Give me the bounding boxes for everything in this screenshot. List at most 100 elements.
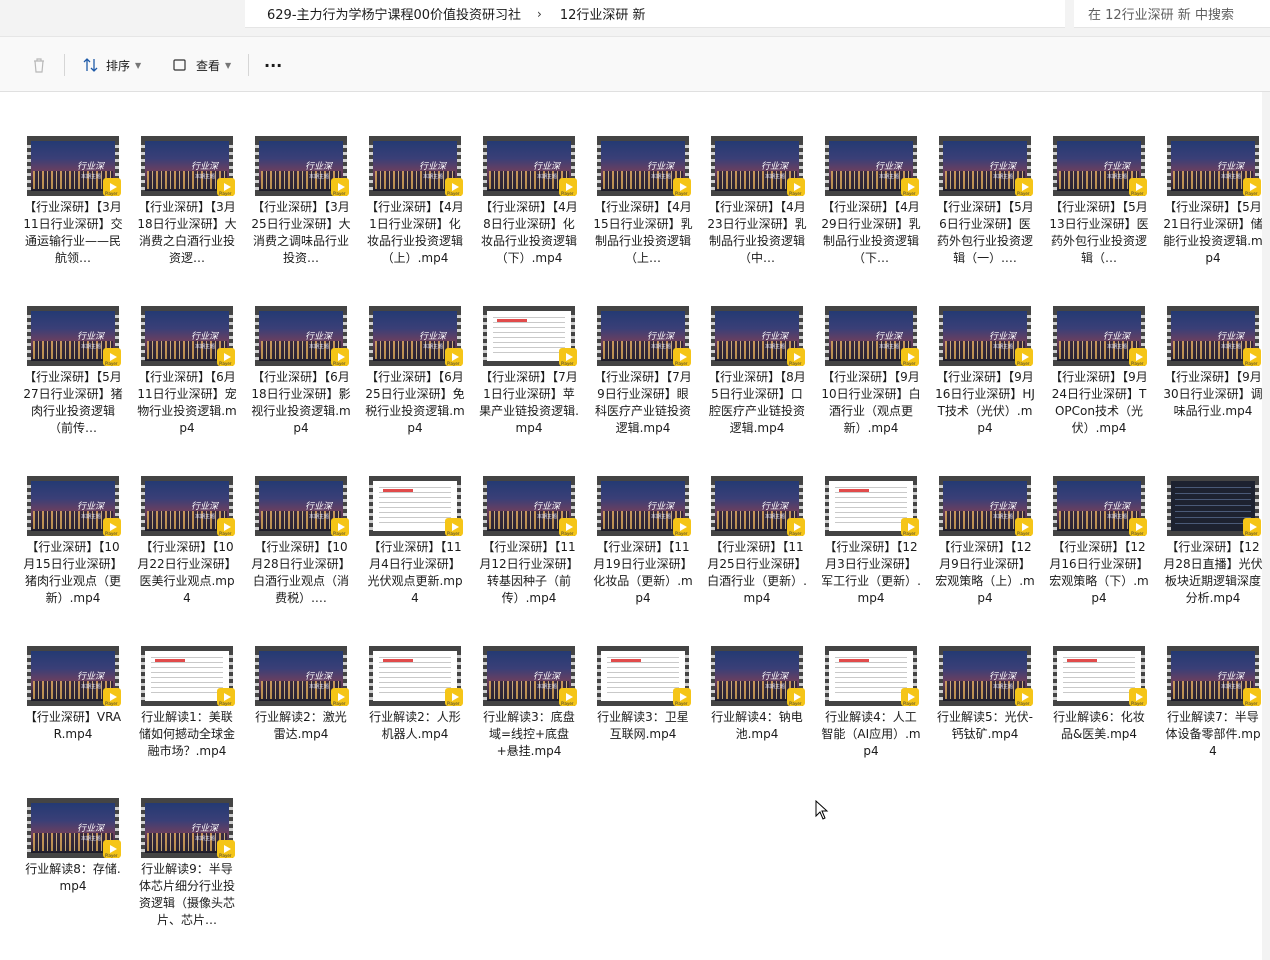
breadcrumb-folder[interactable]: 629-主力行为学杨宁课程00价值投资研习社 [267,4,521,23]
file-name: 【行业深研】【3月11日行业深研】交通运输行业——民航领… [23,200,123,265]
file-item[interactable]: 行业深 本期主题 Player 【行业深研】【5月27日行业深研】猪肉行业投资逻辑（前… [23,306,123,466]
file-item[interactable]: Player 行业解读4：人工智能（AI应用）.mp4 [821,646,921,806]
player-badge-label: Player [219,361,232,366]
file-name: 【行业深研】【12月28日直播】光伏板块近期逻辑深度分析.mp4 [1163,540,1263,605]
player-badge-label: Player [1245,361,1258,366]
file-item[interactable]: 行业深 本期主题 Player 【行业深研】【11月19日行业深研】化妆品（更新）.m… [593,476,693,636]
file-item[interactable]: Player 行业解读2：人形机器人.mp4 [365,646,465,806]
file-name: 【行业深研】【11月4日行业深研】光伏观点更新.mp4 [367,540,463,605]
player-badge-label: Player [561,701,574,706]
file-item[interactable]: Player 行业解读6：化妆品&医美.mp4 [1049,646,1149,806]
file-name: 行业解读3：卫星互联网.mp4 [597,710,689,741]
more-options-button[interactable]: ··· [264,37,282,93]
file-item[interactable]: 行业深 本期主题 Player 【行业深研】【4月29日行业深研】乳制品行业投资逻辑（… [821,136,921,296]
scrollbar[interactable] [1262,92,1270,960]
player-badge-label: Player [219,853,232,858]
file-name: 【行业深研】VRAR.mp4 [24,710,122,741]
player-badge-label: Player [561,361,574,366]
player-badge-label: Player [1131,701,1144,706]
file-item[interactable]: 行业深 本期主题 Player 【行业深研】【12月9日行业深研】宏观策略（上）.mp… [935,476,1035,636]
file-item[interactable]: Player 【行业深研】【12月3日行业深研】军工行业（更新）.mp4 [821,476,921,636]
file-name: 【行业深研】【4月23日行业深研】乳制品行业投资逻辑（中… [707,200,807,265]
file-item[interactable]: Player 行业解读1：美联储如何撼动全球金融市场？.mp4 [137,646,237,806]
file-item[interactable]: 行业深 本期主题 Player 【行业深研】【5月13日行业深研】医药外包行业投资逻辑… [1049,136,1149,296]
player-badge-label: Player [219,701,232,706]
file-name: 【行业深研】【7月1日行业深研】苹果产业链投资逻辑.mp4 [479,370,579,435]
file-item[interactable]: 行业深 本期主题 Player 【行业深研】【9月10日行业深研】白酒行业（观点更新）… [821,306,921,466]
file-item[interactable]: 行业深 本期主题 Player 【行业深研】【3月11日行业深研】交通运输行业——民航… [23,136,123,296]
file-name: 【行业深研】【9月16日行业深研】HJT技术（光伏）.mp4 [935,370,1035,435]
breadcrumb-current[interactable]: 12行业深研 新 [560,4,646,23]
file-item[interactable]: 行业深 本期主题 Player 【行业深研】【5月6日行业深研】医药外包行业投资逻辑（… [935,136,1035,296]
delete-button[interactable] [30,37,48,93]
file-name: 【行业深研】【12月3日行业深研】军工行业（更新）.mp4 [821,540,921,605]
file-name: 行业解读2：激光雷达.mp4 [255,710,347,741]
breadcrumb[interactable]: 629-主力行为学杨宁课程00价值投资研习社 › 12行业深研 新 [245,0,1065,28]
file-item[interactable]: 行业深 本期主题 Player 【行业深研】【11月12日行业深研】转基因种子（前传）… [479,476,579,636]
player-badge-label: Player [1245,701,1258,706]
file-item[interactable]: 行业深 本期主题 Player 【行业深研】【10月28日行业深研】白酒行业观点（消费… [251,476,351,636]
file-item[interactable]: 行业深 本期主题 Player 【行业深研】【9月16日行业深研】HJT技术（光伏）.… [935,306,1035,466]
file-item[interactable]: 行业深 本期主题 Player 【行业深研】【4月23日行业深研】乳制品行业投资逻辑（… [707,136,807,296]
file-item[interactable]: 行业深 本期主题 Player 【行业深研】【9月30日行业深研】调味品行业.mp4 [1163,306,1263,466]
file-name: 【行业深研】【10月22日行业深研】医美行业观点.mp4 [137,540,237,605]
file-name: 【行业深研】【10月15日行业深研】猪肉行业观点（更新）.mp4 [23,540,123,605]
file-item[interactable]: Player 【行业深研】【7月1日行业深研】苹果产业链投资逻辑.mp4 [479,306,579,466]
file-item[interactable]: 行业深 本期主题 Player 行业解读2：激光雷达.mp4 [251,646,351,806]
file-item[interactable]: 行业深 本期主题 Player 【行业深研】【11月25日行业深研】白酒行业（更新）.… [707,476,807,636]
file-name: 【行业深研】【3月18日行业深研】大消费之白酒行业投资逻… [137,200,237,265]
search-input[interactable]: 在 12行业深研 新 中搜索 [1074,0,1270,28]
player-badge-label: Player [675,361,688,366]
file-item[interactable]: 行业深 本期主题 Player 【行业深研】【4月1日行业深研】化妆品行业投资逻辑（上… [365,136,465,296]
sort-button[interactable]: 排序 ▼ [82,37,141,93]
file-item[interactable]: Player 行业解读3：卫星互联网.mp4 [593,646,693,806]
file-name: 【行业深研】【6月25日行业深研】免税行业投资逻辑.mp4 [365,370,465,435]
file-item[interactable]: 行业深 本期主题 Player 【行业深研】VRAR.mp4 [23,646,123,806]
view-button[interactable]: 查看 ▼ [172,37,231,93]
file-name: 行业解读4：人工智能（AI应用）.mp4 [821,710,921,758]
player-badge-label: Player [1017,701,1030,706]
player-badge-label: Player [903,191,916,196]
sort-label: 排序 [106,58,131,73]
file-name: 【行业深研】【10月28日行业深研】白酒行业观点（消费税）.… [251,540,351,605]
player-badge-label: Player [105,531,118,536]
file-item[interactable]: 行业深 本期主题 Player 【行业深研】【9月24日行业深研】TOPCon技术（光… [1049,306,1149,466]
file-item[interactable]: 行业深 本期主题 Player 行业解读3：底盘域=线控+底盘+悬挂.mp4 [479,646,579,806]
file-item[interactable]: 行业深 本期主题 Player 【行业深研】【3月25日行业深研】大消费之调味品行业投… [251,136,351,296]
file-item[interactable]: 行业深 本期主题 Player 行业解读4：钠电池.mp4 [707,646,807,806]
file-item[interactable]: Player 【行业深研】【12月28日直播】光伏板块近期逻辑深度分析.mp4 [1163,476,1263,636]
toolbar-divider [248,54,249,76]
player-badge-label: Player [1131,191,1144,196]
file-name: 行业解读6：化妆品&医美.mp4 [1053,710,1145,741]
file-item[interactable]: 行业深 本期主题 Player 【行业深研】【6月11日行业深研】宠物行业投资逻辑.m… [137,306,237,466]
file-item[interactable]: 行业深 本期主题 Player 行业解读7：半导体设备零部件.mp4 [1163,646,1263,806]
file-item[interactable]: 行业深 本期主题 Player 行业解读8：存储.mp4 [23,798,123,958]
file-name: 行业解读5：光伏-钙钛矿.mp4 [937,710,1033,741]
file-item[interactable]: 行业深 本期主题 Player 【行业深研】【12月16日行业深研】宏观策略（下）.m… [1049,476,1149,636]
sort-icon [83,58,98,72]
file-name: 【行业深研】【5月27日行业深研】猪肉行业投资逻辑（前传… [23,370,123,435]
player-badge-label: Player [675,191,688,196]
file-name: 【行业深研】【8月5日行业深研】口腔医疗产业链投资逻辑.mp4 [708,370,806,435]
command-bar: 排序 ▼ 查看 ▼ ··· [0,36,1270,92]
file-item[interactable]: 行业深 本期主题 Player 【行业深研】【10月15日行业深研】猪肉行业观点（更新… [23,476,123,636]
file-item[interactable]: 行业深 本期主题 Player 【行业深研】【6月18日行业深研】影视行业投资逻辑.m… [251,306,351,466]
file-item[interactable]: 行业深 本期主题 Player 【行业深研】【8月5日行业深研】口腔医疗产业链投资逻辑… [707,306,807,466]
file-name: 【行业深研】【4月8日行业深研】化妆品行业投资逻辑（下）.mp4 [480,200,578,265]
file-item[interactable]: 行业深 本期主题 Player 【行业深研】【10月22日行业深研】医美行业观点.mp… [137,476,237,636]
file-item[interactable]: 行业深 本期主题 Player 【行业深研】【3月18日行业深研】大消费之白酒行业投资… [137,136,237,296]
file-item[interactable]: 行业深 本期主题 Player 行业解读9：半导体芯片细分行业投资逻辑（摄像头芯片、芯… [137,798,237,958]
file-item[interactable]: 行业深 本期主题 Player 【行业深研】【4月15日行业深研】乳制品行业投资逻辑（… [593,136,693,296]
player-badge-label: Player [219,531,232,536]
file-item[interactable]: 行业深 本期主题 Player 【行业深研】【4月8日行业深研】化妆品行业投资逻辑（下… [479,136,579,296]
file-item[interactable]: 行业深 本期主题 Player 【行业深研】【6月25日行业深研】免税行业投资逻辑.m… [365,306,465,466]
file-item[interactable]: 行业深 本期主题 Player 【行业深研】【7月9日行业深研】眼科医疗产业链投资逻辑… [593,306,693,466]
file-name: 【行业深研】【6月11日行业深研】宠物行业投资逻辑.mp4 [137,370,237,435]
file-item[interactable]: 行业深 本期主题 Player 【行业深研】【5月21日行业深研】储能行业投资逻辑.m… [1163,136,1263,296]
file-name: 行业解读1：美联储如何撼动全球金融市场？.mp4 [138,710,235,758]
player-badge-label: Player [789,701,802,706]
file-name: 行业解读7：半导体设备零部件.mp4 [1165,710,1261,758]
file-item[interactable]: Player 【行业深研】【11月4日行业深研】光伏观点更新.mp4 [365,476,465,636]
player-badge-label: Player [333,531,346,536]
file-item[interactable]: 行业深 本期主题 Player 行业解读5：光伏-钙钛矿.mp4 [935,646,1035,806]
